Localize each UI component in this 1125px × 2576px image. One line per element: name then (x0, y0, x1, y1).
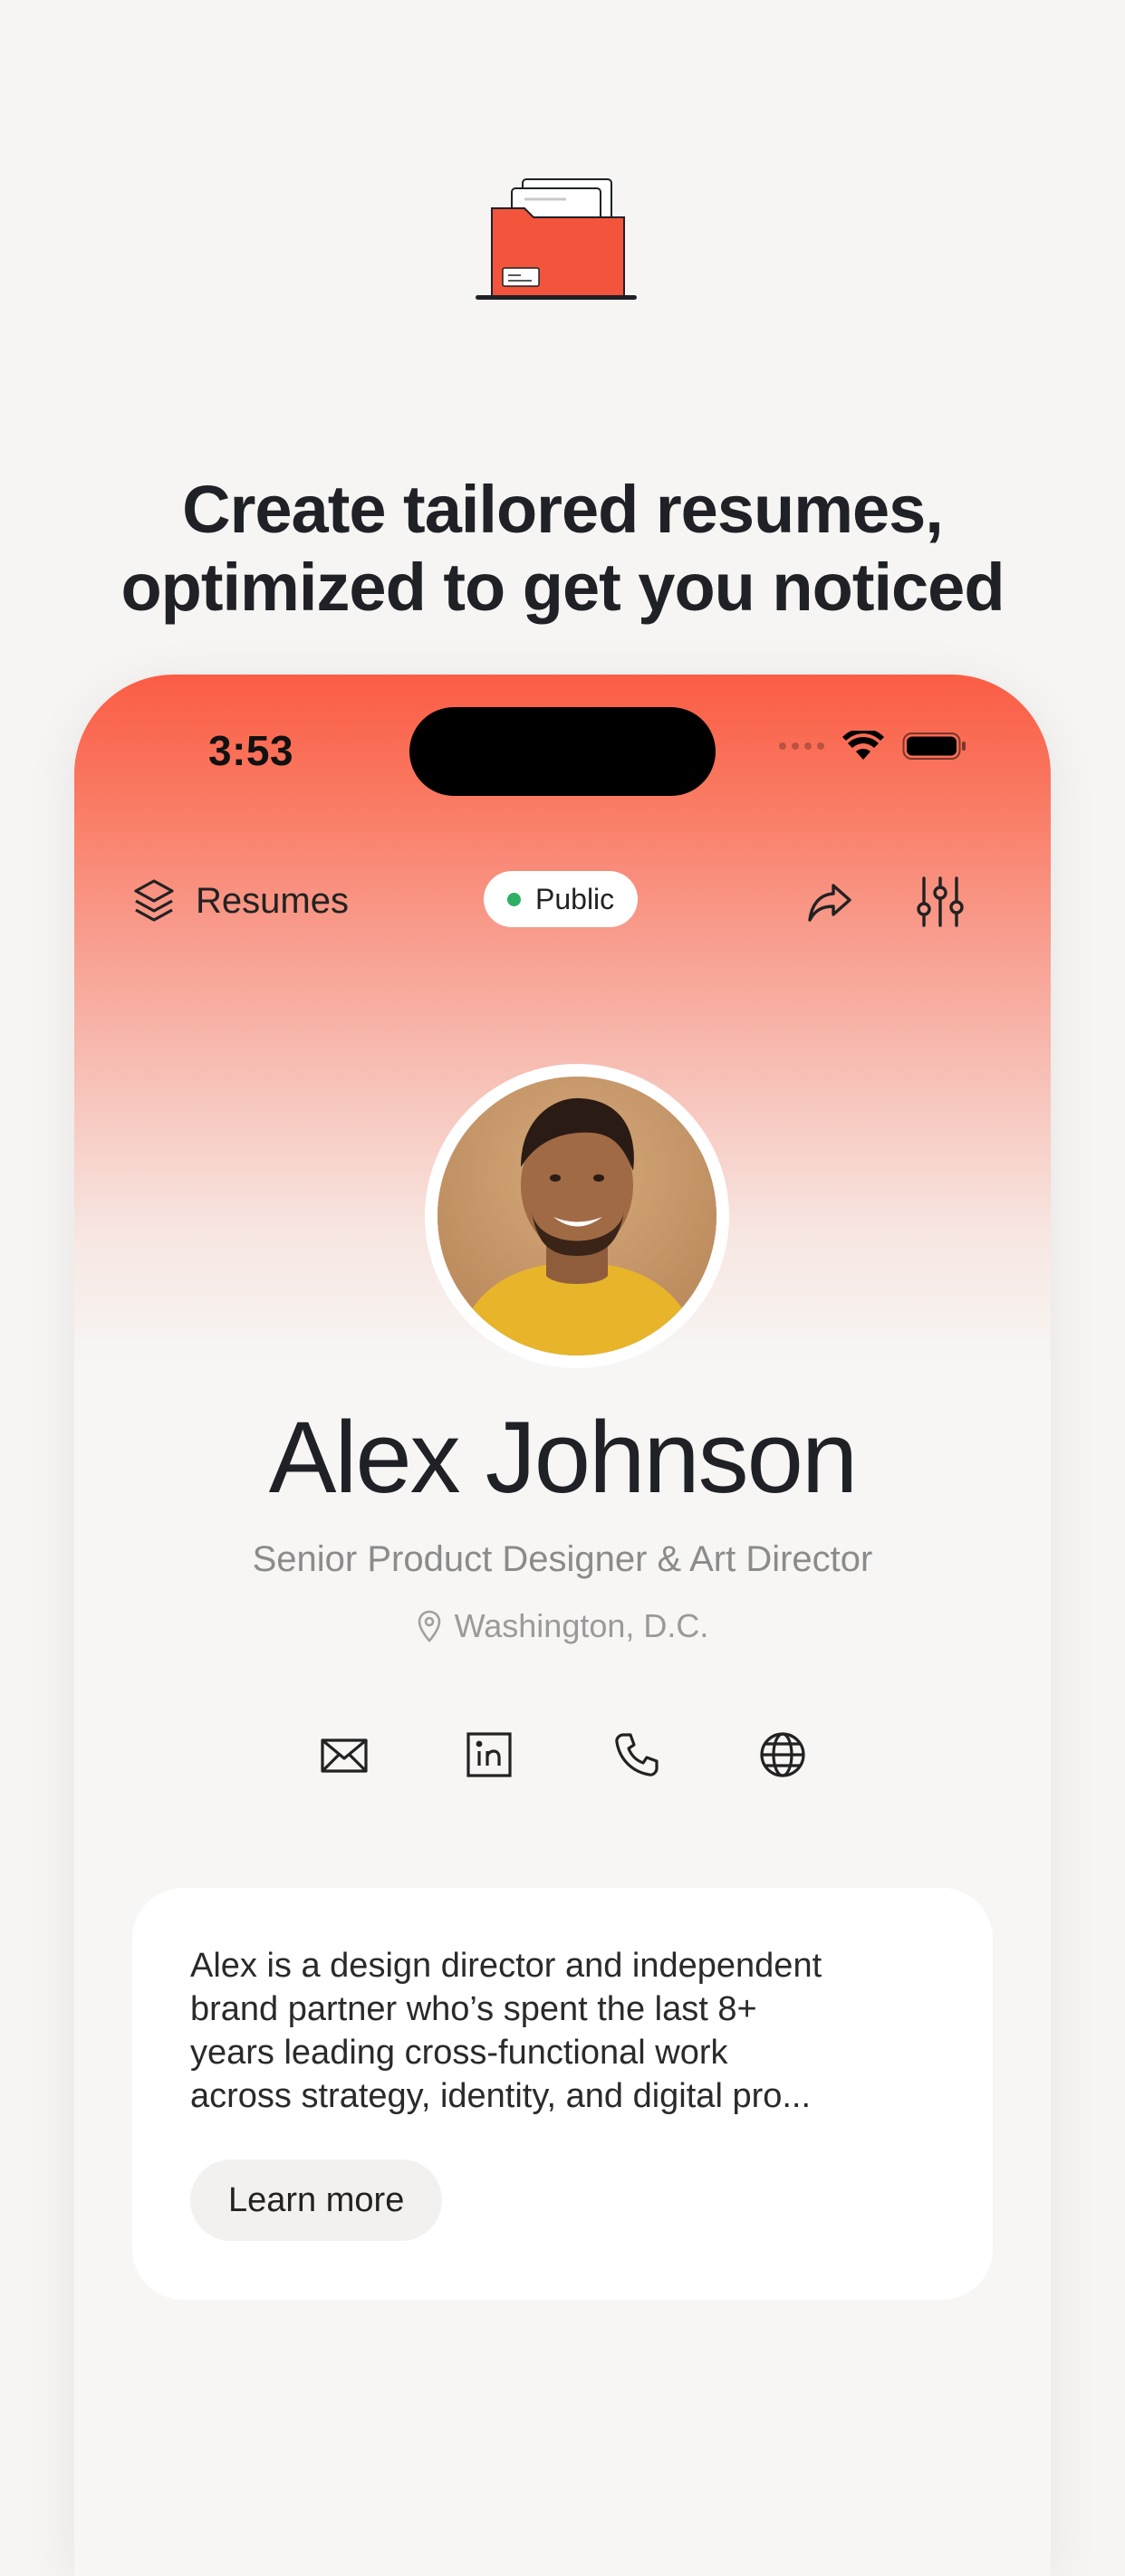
bio-line-3: years leading cross-functional work (190, 2034, 728, 2072)
headline: Create tailored resumes, optimized to ge… (0, 471, 1125, 627)
layers-icon (134, 879, 174, 922)
status-icons (779, 731, 967, 761)
share-icon[interactable] (804, 876, 855, 927)
headline-line-1: Create tailored resumes, (182, 471, 944, 547)
avatar (425, 1064, 729, 1368)
bio-line-4: across strategy, identity, and digital p… (190, 2077, 812, 2115)
location-label: Washington, D.C. (454, 1607, 709, 1644)
wifi-icon (842, 731, 884, 760)
profile-name: Alex Johnson (268, 1401, 858, 1514)
bio-line-1: Alex is a design director and independen… (190, 1947, 822, 1985)
battery-icon (902, 733, 966, 760)
phone-icon[interactable] (611, 1729, 661, 1780)
learn-more-button[interactable]: Learn more (190, 2159, 443, 2241)
top-navigation: Resumes Public (74, 869, 1051, 933)
profile-title: Senior Product Designer & Art Director (252, 1539, 873, 1579)
globe-icon[interactable] (757, 1729, 808, 1780)
resumes-button[interactable]: Resumes (132, 869, 349, 933)
public-status-dot (507, 892, 521, 906)
contact-links (319, 1729, 808, 1784)
folder-with-documents-icon (476, 178, 637, 300)
location-pin-icon (418, 1610, 440, 1642)
sliders-icon[interactable] (915, 875, 966, 929)
bio-text: Alex is a design director and independen… (190, 1944, 933, 2118)
linkedin-icon[interactable] (464, 1729, 514, 1780)
phone-mockup: 3:53 Resumes Public Alex Johnson Senior … (74, 675, 1051, 2576)
status-time: 3:53 (208, 727, 294, 774)
cellular-icon (779, 742, 824, 750)
mail-icon[interactable] (319, 1729, 370, 1780)
profile-location: Washington, D.C. (74, 1607, 1051, 1645)
headline-line-2: optimized to get you noticed (120, 549, 1005, 625)
visibility-toggle[interactable]: Public (484, 871, 639, 927)
visibility-label: Public (535, 882, 615, 915)
resumes-label: Resumes (196, 880, 349, 921)
bio-line-2: brand partner who’s spent the last 8+ (190, 1990, 757, 2028)
profile-photo (438, 1077, 716, 1355)
dynamic-island (409, 707, 716, 796)
bio-card: Alex is a design director and independen… (132, 1888, 993, 2300)
